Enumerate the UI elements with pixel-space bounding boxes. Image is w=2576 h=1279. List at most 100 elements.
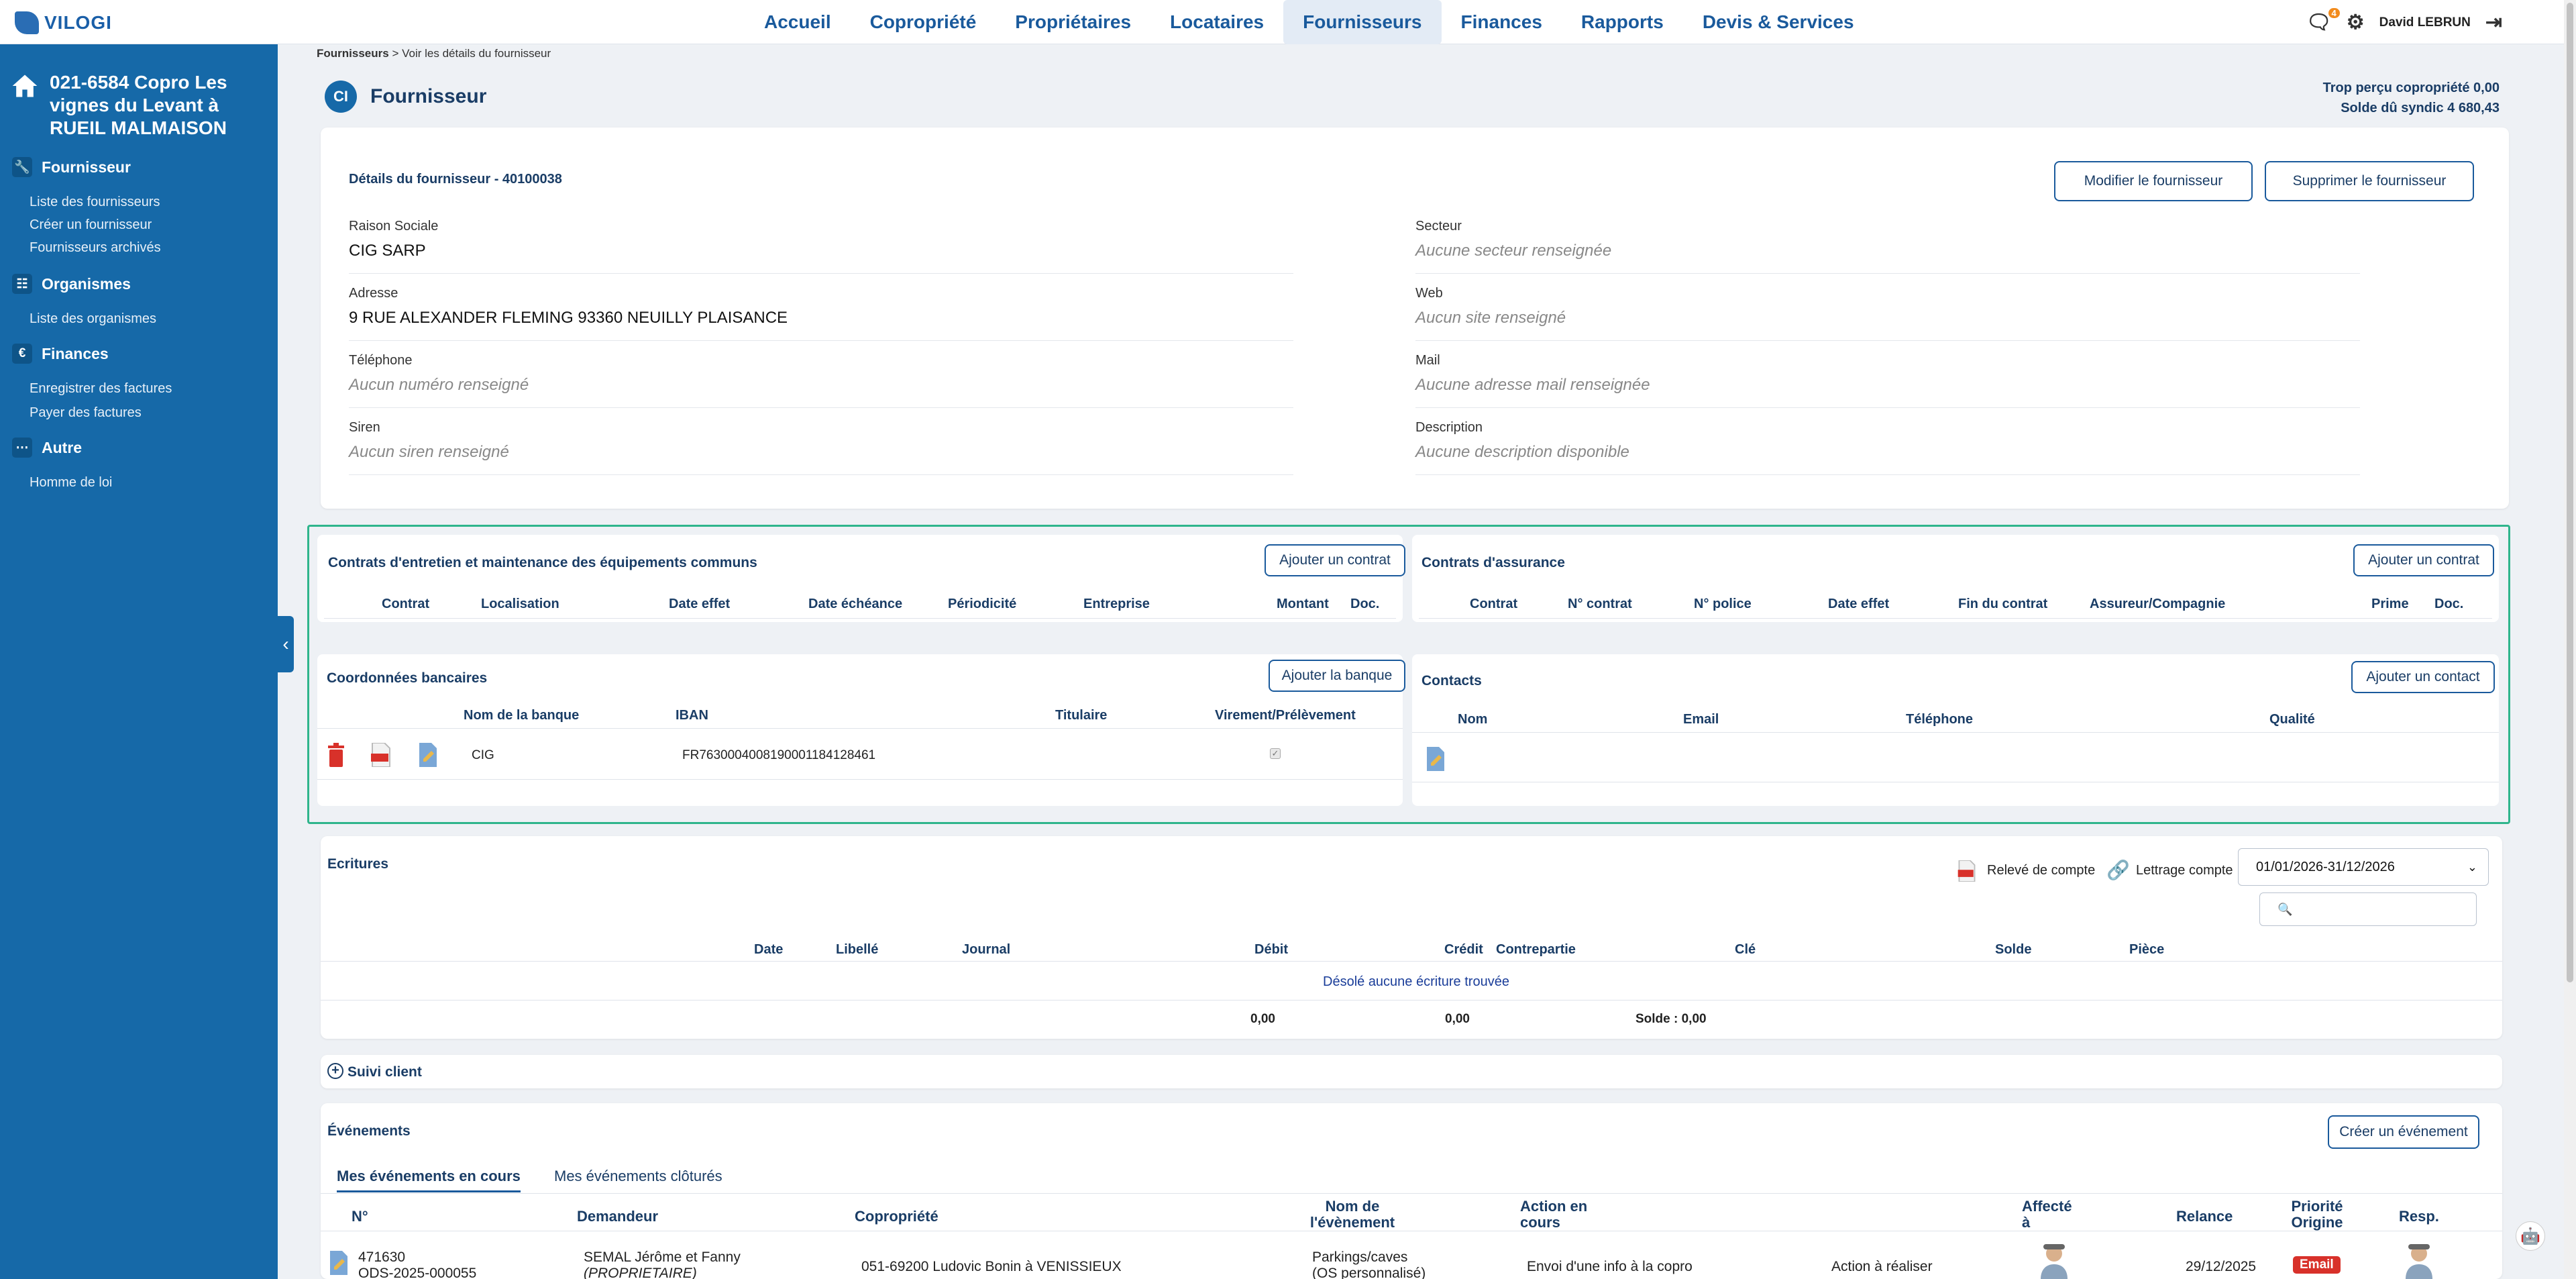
col-header[interactable]: Assureur/Compagnie xyxy=(2090,597,2225,612)
chatbot-icon[interactable]: 🤖 xyxy=(2516,1221,2545,1251)
col-header[interactable]: Doc. xyxy=(1350,597,1379,612)
sidebar-section-organismes[interactable]: ☷ Organismes xyxy=(12,274,131,294)
trash-icon[interactable] xyxy=(327,743,345,767)
col-header[interactable]: Localisation xyxy=(481,597,559,612)
sidebar-section-fournisseur[interactable]: 🔧 Fournisseur xyxy=(12,157,131,177)
releve-compte-link[interactable]: Relevé de compte xyxy=(1987,863,2095,878)
col-header[interactable]: Virement/Prélèvement xyxy=(1215,708,1356,723)
col-header[interactable]: Action en cours xyxy=(1520,1198,1594,1231)
sidebar-link-homme-de-loi[interactable]: Homme de loi xyxy=(30,475,112,491)
col-header[interactable]: Priorité Origine xyxy=(2284,1198,2351,1231)
col-header[interactable]: Contrat xyxy=(382,597,429,612)
col-header[interactable]: Nom de la banque xyxy=(464,708,579,723)
col-header[interactable]: Qualité xyxy=(2269,712,2315,727)
lettrage-compte-link[interactable]: Lettrage compte xyxy=(2136,863,2233,878)
nav-locataires[interactable]: Locataires xyxy=(1150,0,1283,44)
virement-checkbox[interactable]: ✓ xyxy=(1270,748,1281,759)
chat-icon[interactable]: 🗨 4 xyxy=(2306,8,2340,34)
add-contact-button[interactable]: Ajouter un contact xyxy=(2351,661,2495,693)
col-header[interactable]: Fin du contrat xyxy=(1958,597,2047,612)
edit-document-icon[interactable] xyxy=(418,743,438,767)
sidebar-link-fournisseurs-archives[interactable]: Fournisseurs archivés xyxy=(30,240,161,256)
edit-document-icon[interactable] xyxy=(329,1251,349,1275)
logout-icon[interactable]: ⇥ xyxy=(2485,11,2502,34)
col-header[interactable]: Téléphone xyxy=(1906,712,1973,727)
col-header[interactable]: Montant xyxy=(1277,597,1329,612)
col-header[interactable]: Titulaire xyxy=(1055,708,1107,723)
col-header[interactable]: Date échéance xyxy=(808,597,902,612)
col-header[interactable]: N° xyxy=(352,1208,368,1225)
col-header[interactable]: Date xyxy=(754,942,783,958)
col-header[interactable]: Relance xyxy=(2176,1208,2233,1225)
sidebar-collapse-button[interactable]: ‹ xyxy=(278,616,294,672)
ecritures-search-input[interactable]: 🔍 xyxy=(2259,892,2477,926)
col-header[interactable]: Périodicité xyxy=(948,597,1016,612)
delete-supplier-button[interactable]: Supprimer le fournisseur xyxy=(2265,161,2474,201)
col-header[interactable]: Contrat xyxy=(1470,597,1517,612)
scrollbar-thumb[interactable] xyxy=(2567,3,2573,982)
col-header[interactable]: Demandeur xyxy=(577,1208,658,1225)
col-header[interactable]: Débit xyxy=(1254,942,1288,958)
sidebar-link-liste-fournisseurs[interactable]: Liste des fournisseurs xyxy=(30,195,160,210)
euro-icon: € xyxy=(12,344,32,364)
col-header[interactable]: N° police xyxy=(1694,597,1752,612)
col-header[interactable]: Date effet xyxy=(669,597,730,612)
gear-icon[interactable]: ⚙ xyxy=(2347,11,2365,34)
sidebar-link-enregistrer-factures[interactable]: Enregistrer des factures xyxy=(30,381,172,397)
sidebar-section-autre[interactable]: ⋯ Autre xyxy=(12,438,82,458)
col-header[interactable]: Crédit xyxy=(1444,942,1483,958)
sidebar-link-liste-organismes[interactable]: Liste des organismes xyxy=(30,311,156,327)
col-header[interactable]: IBAN xyxy=(676,708,708,723)
nav-rapports[interactable]: Rapports xyxy=(1562,0,1683,44)
sidebar-section-finances[interactable]: € Finances xyxy=(12,344,109,364)
add-insurance-contract-button[interactable]: Ajouter un contrat xyxy=(2353,544,2494,576)
nav-finances[interactable]: Finances xyxy=(1442,0,1562,44)
breadcrumb-root[interactable]: Fournisseurs xyxy=(317,47,389,60)
col-header[interactable]: Date effet xyxy=(1828,597,1889,612)
field-label: Description xyxy=(1415,420,1483,435)
assignee-avatar[interactable] xyxy=(2038,1241,2070,1279)
col-header[interactable]: Solde xyxy=(1995,942,2031,958)
col-header[interactable]: Nom xyxy=(1458,712,1487,727)
col-header[interactable]: Email xyxy=(1683,712,1719,727)
suivi-client-bar[interactable]: + Suivi client xyxy=(321,1055,2502,1088)
edit-supplier-button[interactable]: Modifier le fournisseur xyxy=(2054,161,2253,201)
col-header[interactable]: Doc. xyxy=(2434,597,2463,612)
col-header[interactable]: Prime xyxy=(2371,597,2409,612)
event-number[interactable]: 471630 xyxy=(358,1249,405,1266)
col-header[interactable]: Entreprise xyxy=(1083,597,1150,612)
pdf-icon[interactable] xyxy=(1957,860,1976,882)
col-header[interactable]: Clé xyxy=(1735,942,1756,958)
add-bank-button[interactable]: Ajouter la banque xyxy=(1269,660,1405,692)
col-header[interactable]: Libellé xyxy=(836,942,878,958)
col-header[interactable]: Copropriété xyxy=(855,1208,938,1225)
nav-accueil[interactable]: Accueil xyxy=(745,0,851,44)
col-header[interactable]: Journal xyxy=(962,942,1010,958)
copro-title: 021-6584 Copro Les vignes du Levant à RU… xyxy=(50,72,227,138)
col-header[interactable]: Pièce xyxy=(2129,942,2164,958)
col-header[interactable]: Resp. xyxy=(2399,1208,2439,1225)
nav-devis-services[interactable]: Devis & Services xyxy=(1683,0,1874,44)
nav-proprietaires[interactable]: Propriétaires xyxy=(996,0,1150,44)
sidebar-link-payer-factures[interactable]: Payer des factures xyxy=(30,405,142,421)
app-logo[interactable]: VILOGI xyxy=(15,9,112,36)
link-icon[interactable]: 🔗 xyxy=(2106,859,2130,882)
col-header[interactable]: Contrepartie xyxy=(1496,942,1576,958)
page-scrollbar[interactable] xyxy=(2564,0,2576,1279)
period-value: 01/01/2026-31/12/2026 xyxy=(2256,859,2395,874)
tab-events-closed[interactable]: Mes événements clôturés xyxy=(554,1168,722,1185)
col-header[interactable]: Affecté à xyxy=(2022,1198,2082,1231)
edit-document-icon[interactable] xyxy=(1426,747,1446,771)
nav-copropriete[interactable]: Copropriété xyxy=(851,0,996,44)
pdf-icon[interactable] xyxy=(371,742,391,768)
col-header[interactable]: N° contrat xyxy=(1568,597,1632,612)
col-header[interactable]: Nom de l'évènement xyxy=(1305,1198,1399,1231)
user-name[interactable]: David LEBRUN xyxy=(2379,15,2471,30)
add-maintenance-contract-button[interactable]: Ajouter un contrat xyxy=(1265,544,1405,576)
nav-fournisseurs[interactable]: Fournisseurs xyxy=(1283,0,1442,44)
create-event-button[interactable]: Créer un événement xyxy=(2328,1115,2479,1149)
sidebar-link-creer-fournisseur[interactable]: Créer un fournisseur xyxy=(30,217,152,233)
tab-events-in-progress[interactable]: Mes événements en cours xyxy=(337,1168,521,1192)
period-select[interactable]: 01/01/2026-31/12/2026 ⌄ xyxy=(2238,848,2489,886)
resp-avatar[interactable] xyxy=(2403,1241,2435,1279)
